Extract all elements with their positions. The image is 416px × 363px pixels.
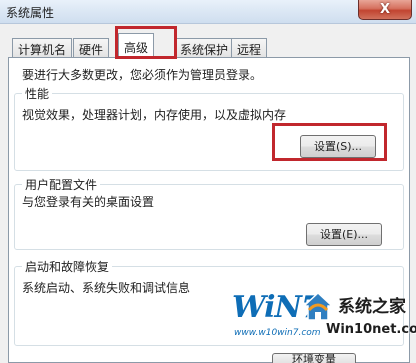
watermark-brand: 系统之家 — [338, 297, 406, 317]
watermark-url: Win10net.com — [326, 322, 416, 337]
admin-notice: 要进行大多数更改，您必须作为管理员登录。 — [22, 68, 263, 82]
tab-computer-name[interactable]: 计算机名 — [12, 38, 73, 57]
close-button[interactable]: X — [358, 0, 412, 20]
startup-recovery-label: 启动和故障恢复 — [22, 258, 113, 275]
watermark: WiN7 www.w10win7.com 系统之家 Win10net.com — [222, 286, 416, 363]
performance-description: 视觉效果，处理器计划，内存使用，以及虚拟内存 — [22, 108, 287, 122]
close-icon: X — [379, 2, 391, 17]
house-logo-icon — [302, 291, 334, 321]
title-bar: 系统属性 X — [0, 0, 416, 24]
tab-hardware[interactable]: 硬件 — [73, 38, 110, 57]
user-profiles-description: 与您登录有关的桌面设置 — [22, 195, 155, 209]
user-profiles-settings-button[interactable]: 设置(E)... — [306, 223, 382, 246]
performance-label: 性能 — [22, 85, 53, 102]
tab-system-protection[interactable]: 系统保护 — [174, 38, 235, 57]
settings-highlight-box — [272, 123, 387, 161]
startup-recovery-description: 系统启动、系统失败和调试信息 — [22, 281, 191, 295]
tab-remote[interactable]: 远程 — [231, 38, 268, 57]
user-profiles-label: 用户配置文件 — [22, 176, 101, 193]
tab-highlight-box — [115, 26, 177, 59]
window-title: 系统属性 — [6, 6, 55, 20]
watermark-url-small: www.w10win7.com — [234, 328, 321, 338]
